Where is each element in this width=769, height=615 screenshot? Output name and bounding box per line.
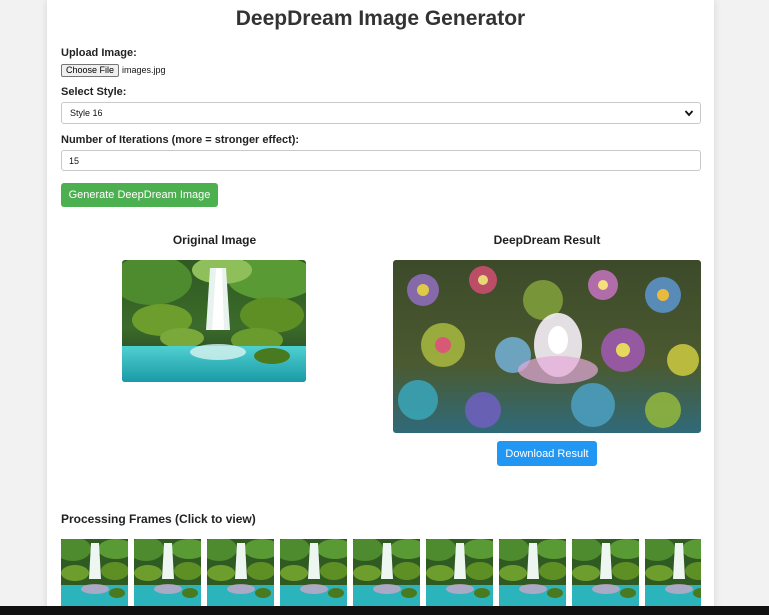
style-select-value: Style 16 bbox=[70, 108, 103, 118]
frame-thumbnail[interactable] bbox=[347, 539, 426, 606]
frame-thumbnail[interactable] bbox=[566, 539, 645, 606]
file-name: images.jpg bbox=[122, 65, 166, 75]
processing-frames-title: Processing Frames (Click to view) bbox=[61, 512, 256, 526]
frame-thumbnail[interactable] bbox=[274, 539, 353, 606]
frame-thumbnail[interactable] bbox=[493, 539, 572, 606]
choose-file-button[interactable]: Choose File bbox=[61, 63, 120, 77]
result-image-title: DeepDream Result bbox=[493, 233, 601, 247]
page-title: DeepDream Image Generator bbox=[235, 7, 526, 30]
frame-thumbnail[interactable] bbox=[639, 539, 701, 606]
iterations-input[interactable]: 15 bbox=[61, 150, 701, 171]
iterations-label: Number of Iterations (more = stronger ef… bbox=[61, 134, 300, 146]
original-image-title: Original Image bbox=[172, 233, 257, 247]
frame-thumbnail[interactable] bbox=[61, 539, 134, 606]
bottom-bar bbox=[0, 606, 769, 615]
file-input[interactable]: Choose File images.jpg bbox=[61, 63, 166, 77]
chevron-down-icon bbox=[684, 110, 694, 117]
main-card: DeepDream Image Generator Upload Image: … bbox=[47, 0, 714, 615]
deepdream-result-image bbox=[393, 260, 701, 433]
style-label: Select Style: bbox=[61, 86, 127, 98]
iterations-value: 15 bbox=[69, 155, 80, 166]
download-result-button[interactable]: Download Result bbox=[497, 441, 597, 466]
original-image bbox=[122, 260, 306, 382]
generate-button[interactable]: Generate DeepDream Image bbox=[61, 183, 218, 207]
frame-thumbnail[interactable] bbox=[420, 539, 499, 606]
upload-label: Upload Image: bbox=[61, 47, 137, 59]
style-select[interactable]: Style 16 bbox=[61, 102, 701, 124]
frame-thumbnail[interactable] bbox=[128, 539, 207, 606]
frame-thumbnail[interactable] bbox=[201, 539, 280, 606]
frames-strip bbox=[61, 539, 701, 606]
